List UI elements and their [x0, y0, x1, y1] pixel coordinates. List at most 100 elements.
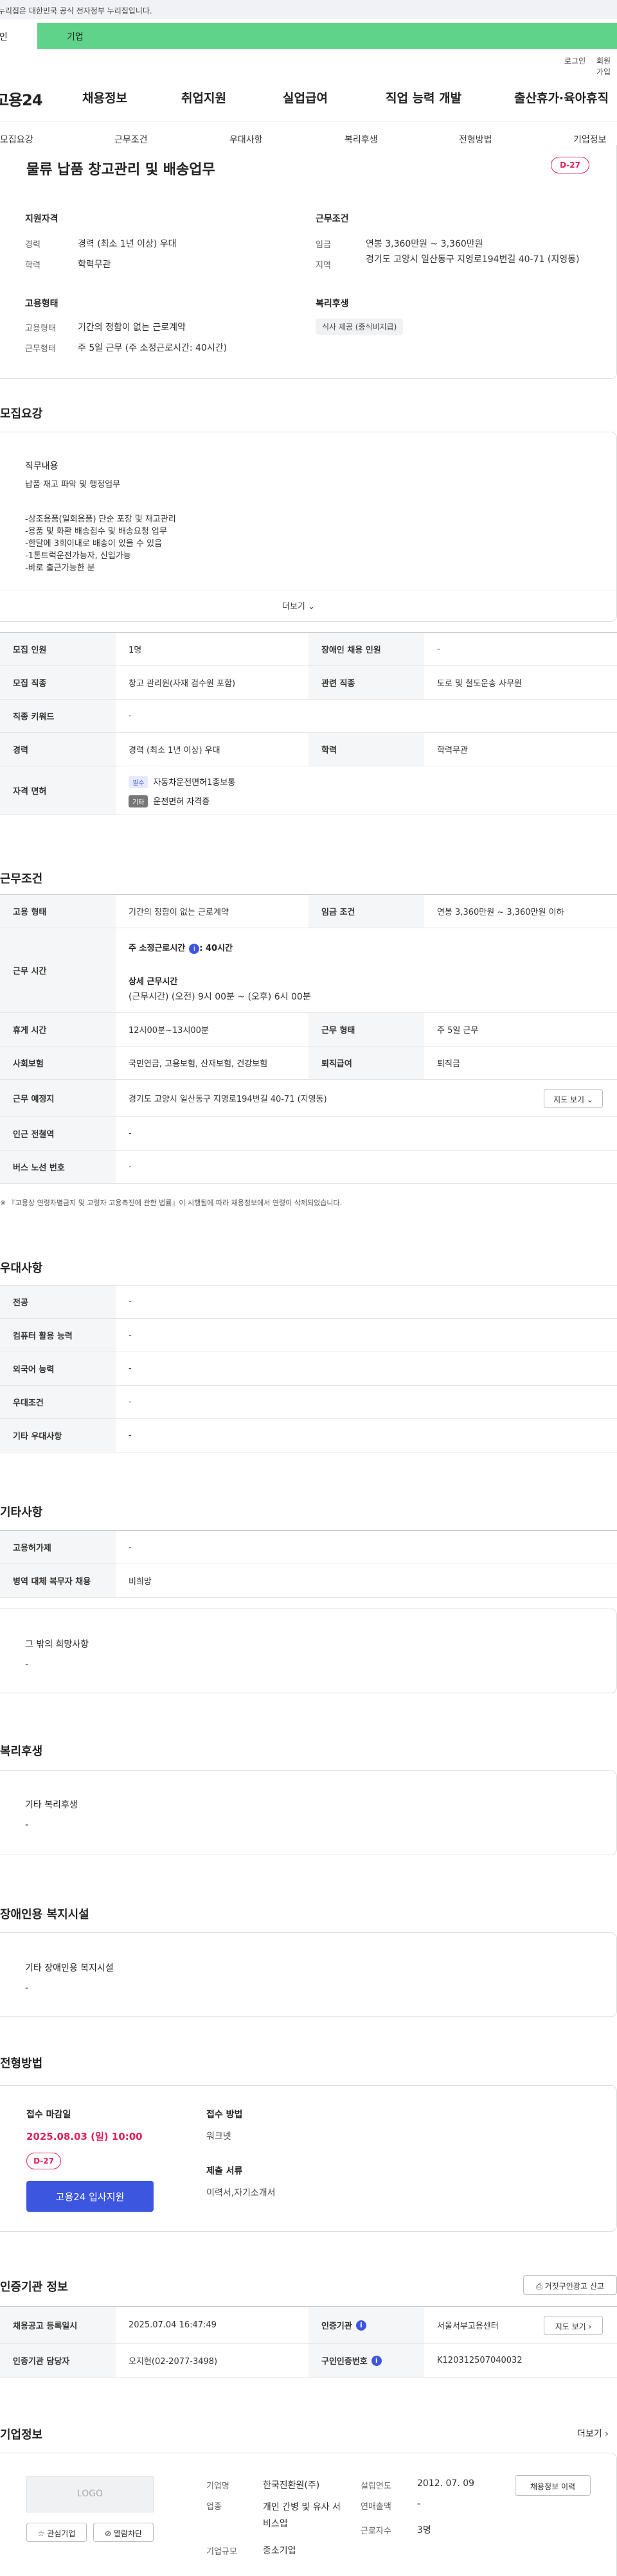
favorite-button[interactable]: ☆ 관심기업: [26, 2523, 87, 2542]
gnb-item-jobs[interactable]: 채용정보: [82, 89, 127, 106]
login-link[interactable]: 로그인: [564, 55, 586, 66]
detail-hours-label: 상세 근무시간: [129, 977, 178, 987]
subnav-work[interactable]: 근무조건: [114, 133, 148, 146]
duty-lines: -상조용품(일회용품) 단순 포장 및 재고관리 -용품 및 화환 배송접수 및…: [25, 513, 176, 574]
report-icon: ⎙: [536, 2282, 542, 2291]
td: -: [129, 1364, 132, 1373]
th: 임금 조건: [308, 895, 424, 928]
th: 관련 직종: [308, 666, 424, 699]
table-row: 외국어 능력 -: [0, 1352, 617, 1386]
th: 근무 형태: [308, 1013, 424, 1046]
th: 장애인 채용 인원: [308, 633, 424, 666]
tab-enterprise[interactable]: 기업: [37, 23, 617, 49]
td: -: [129, 1542, 132, 1552]
company-more-link[interactable]: 더보기 ›: [577, 2427, 609, 2440]
docs-value: 이력서,자기소개서: [206, 2188, 276, 2198]
job-history-button[interactable]: 채용정보 이력: [515, 2475, 591, 2496]
benefit-value: -: [25, 1820, 29, 1830]
section-title-cert: 인증기관 정보: [0, 2280, 68, 2294]
table-row: 사회보험 국민연금, 고용보험, 산재보험, 건강보험 퇴직급여 퇴직금: [0, 1046, 617, 1080]
apply-button[interactable]: 고용24 입사지원: [26, 2181, 154, 2212]
subnav-company[interactable]: 기업정보: [573, 133, 607, 146]
site-logo[interactable]: 고용24: [0, 87, 48, 110]
qual-key: 경력: [25, 240, 40, 250]
th: 휴게 시간: [0, 1013, 116, 1046]
section-title-work: 근무조건: [0, 872, 43, 886]
gnb-item-employment-support[interactable]: 취업지원: [181, 89, 226, 106]
license-text: 자동차운전면허1종보통: [153, 778, 236, 788]
emp-value: 기간의 정함이 없는 근로계약: [78, 322, 186, 333]
td: -: [129, 1397, 132, 1407]
etc-badge: 기타: [129, 795, 148, 807]
qual-key: 학력: [25, 261, 40, 270]
weekly-hours-label: 주 소정근로시간: [129, 944, 186, 953]
section-title-benefit: 복리후생: [0, 1745, 43, 1758]
work-title: 근무조건: [316, 214, 349, 224]
work-value: 경기도 고양시 일산동구 지영로194번길 40-71 (지영동): [366, 254, 580, 265]
td: 오지현(02-2077-3498): [129, 2357, 218, 2367]
license-item: 필수 자동차운전면허1종보통: [129, 775, 235, 788]
table-row: 모집 직종 창고 관리원(자재 검수원 포함) 관련 직종 도로 및 철도운송 …: [0, 666, 617, 700]
recruit-table: 모집 인원 1명 장애인 채용 인원 - 모집 직종 창고 관리원(자재 검수원…: [0, 632, 617, 815]
subnav-recruit[interactable]: 모집요강: [0, 133, 33, 146]
info-icon[interactable]: i: [189, 944, 200, 954]
th: 인근 전철역: [0, 1117, 116, 1150]
td: K120312507040032: [437, 2356, 523, 2365]
chevron-right-icon: ›: [588, 2322, 592, 2331]
weekly-hours: 주 소정근로시간 i: 40시간: [129, 941, 233, 954]
table-row: 기타 우대사항 -: [0, 1419, 617, 1452]
gnb-item-training[interactable]: 직업 능력 개발: [386, 89, 461, 106]
map-button[interactable]: 지도 보기 ⌄: [544, 1089, 603, 1108]
chevron-down-icon: ⌄: [308, 602, 315, 612]
td: 2025.07.04 16:47:49: [129, 2320, 217, 2330]
block-button[interactable]: ⊘ 열람차단: [93, 2523, 154, 2542]
page: 이 누리집은 대한민국 공식 전자정부 누리집입니다. 개인 기업 로그인 회원…: [0, 0, 617, 2576]
age-note: ※ 『고용상 연령차별금지 및 고령자 고용촉진에 관한 법률』이 시행됨에 따…: [0, 1199, 343, 1207]
section-title-company: 기업정보: [0, 2428, 43, 2442]
th: 병역 대체 복무자 채용: [0, 1564, 116, 1597]
gnb-item-leave[interactable]: 출산휴가·육아휴직: [514, 89, 609, 106]
th: 모집 직종: [0, 666, 116, 699]
table-row: 근무 예정지 경기도 고양시 일산동구 지영로194번길 40-71 (지영동)…: [0, 1080, 617, 1117]
signup-link[interactable]: 회원가입: [596, 55, 617, 77]
wish-value: -: [25, 1659, 29, 1670]
table-row: 컴퓨터 활용 능력 -: [0, 1319, 617, 1352]
company-size: 중소기업: [263, 2546, 296, 2556]
section-title-recruit: 모집요강: [0, 407, 43, 421]
job-title: 물류 납품 창고관리 및 배송업무: [26, 162, 215, 178]
subnav-screen[interactable]: 전형방법: [459, 133, 492, 146]
table-row: 모집 인원 1명 장애인 채용 인원 -: [0, 633, 617, 666]
section-title-etc: 기타사항: [0, 1506, 43, 1519]
duty-line: -상조용품(일회용품) 단순 포장 및 재고관리: [25, 515, 176, 524]
work-key: 임금: [316, 240, 331, 250]
info-icon[interactable]: i: [355, 2320, 366, 2331]
more-button[interactable]: 더보기 ⌄: [282, 599, 315, 612]
th: 컴퓨터 활용 능력: [0, 1319, 116, 1352]
td: -: [129, 1297, 132, 1307]
tab-personal[interactable]: 개인: [0, 23, 37, 49]
th: 전공: [0, 1285, 116, 1318]
company-industry: 개인 간병 및 유사 서비스업: [263, 2502, 341, 2529]
gnb-item-unemployment[interactable]: 실업급여: [283, 89, 328, 106]
th: 경력: [0, 733, 116, 766]
company-key: 연매출액: [361, 2502, 391, 2512]
company-employees: 3명: [417, 2525, 431, 2536]
disabled-value: -: [25, 1983, 29, 1993]
td: 퇴직금: [437, 1059, 460, 1069]
info-icon[interactable]: i: [371, 2355, 382, 2366]
subnav-benefit[interactable]: 복리후생: [344, 133, 378, 146]
company-key: 기업명: [206, 2482, 229, 2491]
report-button[interactable]: ⎙ 거짓구인광고 신고: [523, 2275, 617, 2295]
gov-banner-text: 이 누리집은 대한민국 공식 전자정부 누리집입니다.: [0, 6, 152, 15]
weekly-hours-value: : 40시간: [199, 944, 233, 953]
gov-banner: 이 누리집은 대한민국 공식 전자정부 누리집입니다.: [0, 0, 617, 19]
td: 경력 (최소 1년 이상) 우대: [129, 746, 220, 755]
company-card: LOGO ☆ 관심기업 ⊘ 열람차단 기업명 한국진환원(주) 업종 개인 간병…: [0, 2453, 617, 2576]
th: 기타 우대사항: [0, 1419, 116, 1452]
subnav-pref[interactable]: 우대사항: [229, 133, 263, 146]
cert-map-button[interactable]: 지도 보기 ›: [544, 2316, 603, 2335]
th: 모집 인원: [0, 633, 116, 666]
method-label: 접수 방법: [206, 2110, 243, 2120]
td: 도로 및 철도운송 사무원: [437, 679, 522, 689]
detail-hours: (근무시간) (오전) 9시 00분 ~ (오후) 6시 00분: [129, 992, 311, 1002]
